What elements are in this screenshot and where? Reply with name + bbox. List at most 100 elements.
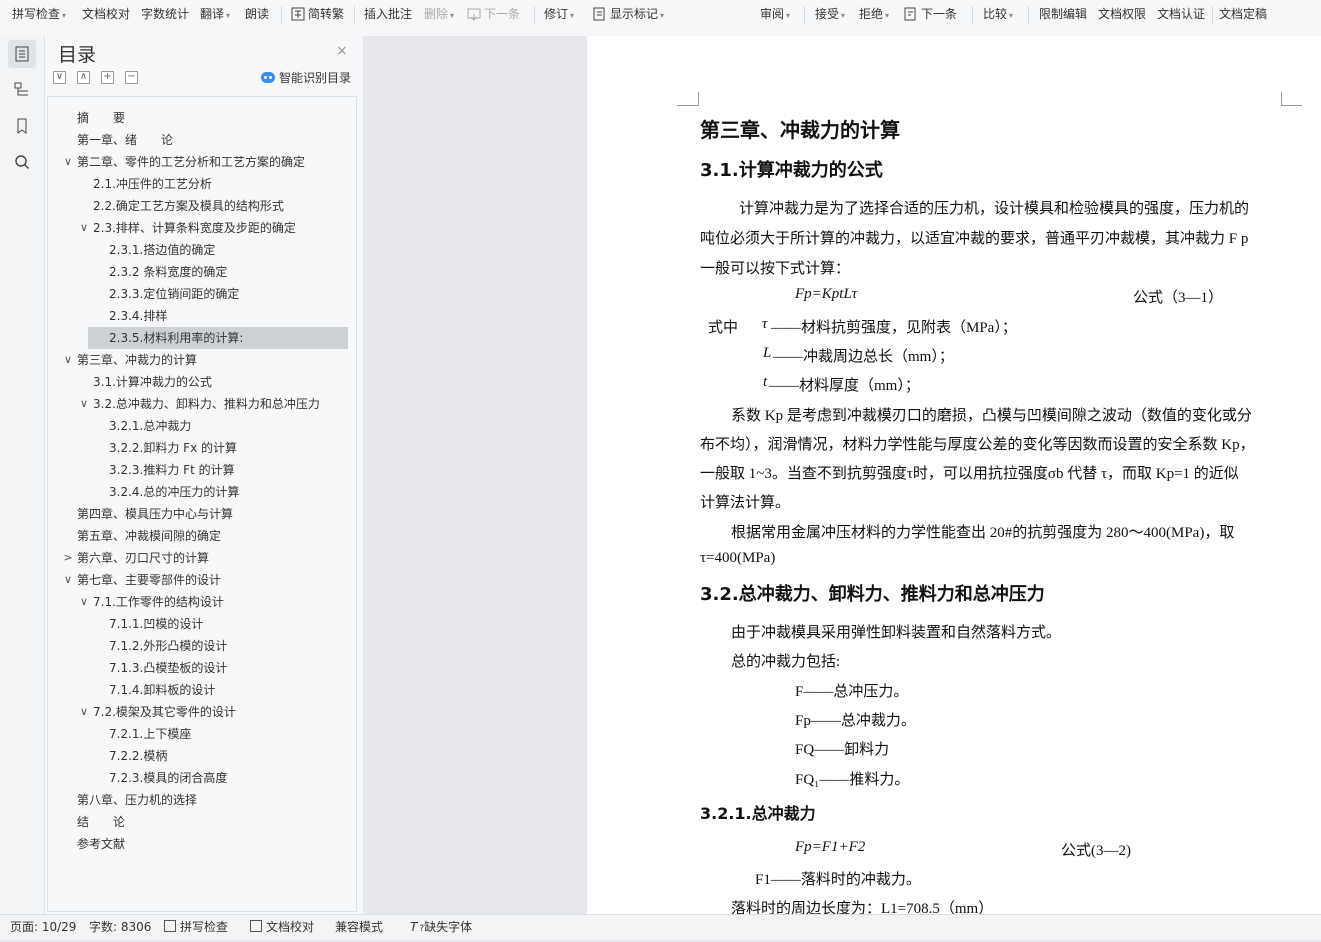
toc-item-label: 2.1.冲压件的工艺分析 bbox=[93, 177, 212, 191]
next-comment-icon bbox=[467, 8, 481, 21]
toc-item-label: 2.3.1.搭边值的确定 bbox=[109, 243, 216, 257]
track-changes-button[interactable]: 修订 ▾ bbox=[544, 0, 574, 28]
toc-item[interactable]: 7.2.3.模具的闭合高度 bbox=[48, 767, 356, 789]
toc-item[interactable]: 2.1.冲压件的工艺分析 bbox=[48, 173, 356, 195]
next-comment-button[interactable]: 下一条 bbox=[467, 0, 520, 28]
toc-item[interactable]: 2.3.5.材料利用率的计算: bbox=[48, 327, 356, 349]
word-count[interactable]: 字数: 8306 bbox=[89, 915, 151, 940]
toc-item[interactable]: ∨ 第七章、主要零部件的设计 bbox=[48, 569, 356, 591]
toc-item[interactable]: 7.1.2.外形凸模的设计 bbox=[48, 635, 356, 657]
toc-item[interactable]: 3.2.1.总冲裁力 bbox=[48, 415, 356, 437]
spell-check-button[interactable]: 拼写检查 ▾ bbox=[12, 0, 66, 28]
paragraph-line: 吨位必须大于所计算的冲裁力，以适宜冲裁的要求，普通平刃冲裁模，其冲裁力 F p bbox=[700, 231, 1249, 247]
toc-item[interactable]: 7.1.4.卸料板的设计 bbox=[48, 679, 356, 701]
expand-all-button[interactable]: ∧ bbox=[77, 71, 90, 84]
accept-button[interactable]: 接受 ▾ bbox=[815, 0, 845, 28]
chevron-down-icon[interactable]: ∨ bbox=[78, 701, 90, 723]
demote-level-button[interactable]: − bbox=[125, 71, 138, 84]
toc-item[interactable]: 2.3.1.搭边值的确定 bbox=[48, 239, 356, 261]
doc-proofread-button[interactable]: 文档校对 bbox=[82, 0, 130, 28]
toc-item-label: 7.1.4.卸料板的设计 bbox=[109, 683, 216, 697]
document-page[interactable]: 第三章、冲裁力的计算 3.1.计算冲裁力的公式 计算冲裁力是为了选择合适的压力机… bbox=[587, 36, 1321, 914]
reject-button[interactable]: 拒绝 ▾ bbox=[859, 0, 889, 28]
status-bar: 页面: 10/29 字数: 8306 拼写检查 文档校对 兼容模式 T ?缺失字体 bbox=[0, 914, 1321, 940]
promote-level-button[interactable]: + bbox=[101, 71, 114, 84]
chevron-down-icon[interactable]: ∨ bbox=[62, 151, 74, 173]
navigation-icon[interactable] bbox=[8, 76, 36, 104]
toc-item[interactable]: 第一章、绪 论 bbox=[48, 129, 356, 151]
page-indicator[interactable]: 页面: 10/29 bbox=[10, 915, 76, 940]
read-aloud-button[interactable]: 朗读 bbox=[245, 0, 269, 28]
toc-item[interactable]: > 第六章、刃口尺寸的计算 bbox=[48, 547, 356, 569]
missing-font-status[interactable]: T ?缺失字体 bbox=[410, 915, 472, 940]
toc-item[interactable]: 摘 要 bbox=[48, 107, 356, 129]
toc-item[interactable]: 7.2.2.模柄 bbox=[48, 745, 356, 767]
bookmark-icon[interactable] bbox=[8, 112, 36, 140]
compare-button[interactable]: 比较 ▾ bbox=[983, 0, 1013, 28]
document-certification-button[interactable]: 文档认证 bbox=[1157, 0, 1205, 28]
simplified-to-traditional-button[interactable]: 简转繁 bbox=[291, 0, 344, 28]
toc-item[interactable]: ∨ 3.2.总冲裁力、卸料力、推料力和总冲压力 bbox=[48, 393, 356, 415]
search-icon[interactable] bbox=[8, 148, 36, 176]
toolbar-divider bbox=[281, 6, 282, 24]
formula-3-1: Fp=KptLτ bbox=[795, 286, 858, 302]
delete-comment-button[interactable]: 删除 ▾ bbox=[424, 0, 454, 28]
next-change-button[interactable]: 下一条 bbox=[904, 0, 957, 28]
toc-item[interactable]: ∨ 7.1.工作零件的结构设计 bbox=[48, 591, 356, 613]
toc-item[interactable]: 2.2.确定工艺方案及模具的结构形式 bbox=[48, 195, 356, 217]
toc-item-label: 第四章、模具压力中心与计算 bbox=[77, 507, 234, 521]
toc-item[interactable]: ∨ 第二章、零件的工艺分析和工艺方案的确定 bbox=[48, 151, 356, 173]
chevron-down-icon[interactable]: ∨ bbox=[62, 349, 74, 371]
toc-item[interactable]: 结 论 bbox=[48, 811, 356, 833]
toc-icon[interactable] bbox=[8, 40, 36, 68]
collapse-all-button[interactable]: ∨ bbox=[53, 71, 66, 84]
show-markup-button[interactable]: 显示标记 ▾ bbox=[593, 0, 664, 28]
compatibility-mode[interactable]: 兼容模式 bbox=[335, 915, 383, 940]
toc-item[interactable]: 第五章、冲裁模间隙的确定 bbox=[48, 525, 356, 547]
toc-item[interactable]: 第八章、压力机的选择 bbox=[48, 789, 356, 811]
toc-item[interactable]: 2.3.2 条料宽度的确定 bbox=[48, 261, 356, 283]
chevron-down-icon[interactable]: ∨ bbox=[62, 569, 74, 591]
toc-item[interactable]: 3.1.计算冲裁力的公式 bbox=[48, 371, 356, 393]
restrict-editing-button[interactable]: 限制编辑 bbox=[1039, 0, 1087, 28]
close-icon[interactable]: × bbox=[336, 43, 348, 59]
insert-comment-button[interactable]: 插入批注 bbox=[364, 0, 412, 28]
document-margin-area bbox=[363, 36, 587, 914]
chevron-right-icon[interactable]: > bbox=[62, 547, 74, 569]
finalize-document-button[interactable]: 文档定稿 bbox=[1219, 0, 1267, 28]
section-3-2-title: 3.2.总冲裁力、卸料力、推料力和总冲压力 bbox=[700, 584, 1045, 605]
toc-item[interactable]: 7.1.1.凹模的设计 bbox=[48, 613, 356, 635]
translate-button[interactable]: 翻译 ▾ bbox=[200, 0, 230, 28]
paragraph-line: τ=400(MPa) bbox=[700, 550, 776, 566]
document-permissions-button[interactable]: 文档权限 bbox=[1098, 0, 1146, 28]
toc-item[interactable]: ∨ 7.2.模架及其它零件的设计 bbox=[48, 701, 356, 723]
toc-item-label: 3.2.2.卸料力 Fx 的计算 bbox=[109, 441, 237, 455]
toc-item-label: 7.1.1.凹模的设计 bbox=[109, 617, 204, 631]
spell-check-status[interactable]: 拼写检查 bbox=[164, 915, 228, 940]
toc-item[interactable]: 3.2.4.总的冲压力的计算 bbox=[48, 481, 356, 503]
next-change-icon bbox=[904, 7, 916, 21]
toc-item[interactable]: ∨ 第三章、冲裁力的计算 bbox=[48, 349, 356, 371]
toc-item-label: 第二章、零件的工艺分析和工艺方案的确定 bbox=[77, 155, 306, 169]
toc-item[interactable]: 2.3.3.定位销间距的确定 bbox=[48, 283, 356, 305]
chevron-down-icon[interactable]: ∨ bbox=[78, 591, 90, 613]
proofread-status[interactable]: 文档校对 bbox=[250, 915, 314, 940]
toc-item[interactable]: 2.3.4.排样 bbox=[48, 305, 356, 327]
toc-item[interactable]: 参考文献 bbox=[48, 833, 356, 855]
definition-L: ——冲裁周边总长（mm）； bbox=[773, 349, 954, 365]
toolbar-divider bbox=[1212, 6, 1213, 24]
toc-item[interactable]: 7.1.3.凸模垫板的设计 bbox=[48, 657, 356, 679]
paragraph-line: 由于冲裁模具采用弹性卸料装置和自然落料方式。 bbox=[731, 625, 1062, 641]
smart-toc-button[interactable]: 智能识别目录 bbox=[261, 69, 351, 86]
chevron-down-icon[interactable]: ∨ bbox=[78, 217, 90, 239]
toc-item[interactable]: 3.2.2.卸料力 Fx 的计算 bbox=[48, 437, 356, 459]
toc-item-label: 2.3.排样、计算条料宽度及步距的确定 bbox=[93, 221, 296, 235]
toc-item[interactable]: 3.2.3.推料力 Ft 的计算 bbox=[48, 459, 356, 481]
missing-font-icon: T bbox=[410, 920, 418, 934]
review-button[interactable]: 审阅 ▾ bbox=[760, 0, 790, 28]
toc-item[interactable]: ∨ 2.3.排样、计算条料宽度及步距的确定 bbox=[48, 217, 356, 239]
word-count-button[interactable]: 字数统计 bbox=[141, 0, 189, 28]
chevron-down-icon[interactable]: ∨ bbox=[78, 393, 90, 415]
toc-item[interactable]: 第四章、模具压力中心与计算 bbox=[48, 503, 356, 525]
toc-item[interactable]: 7.2.1.上下模座 bbox=[48, 723, 356, 745]
